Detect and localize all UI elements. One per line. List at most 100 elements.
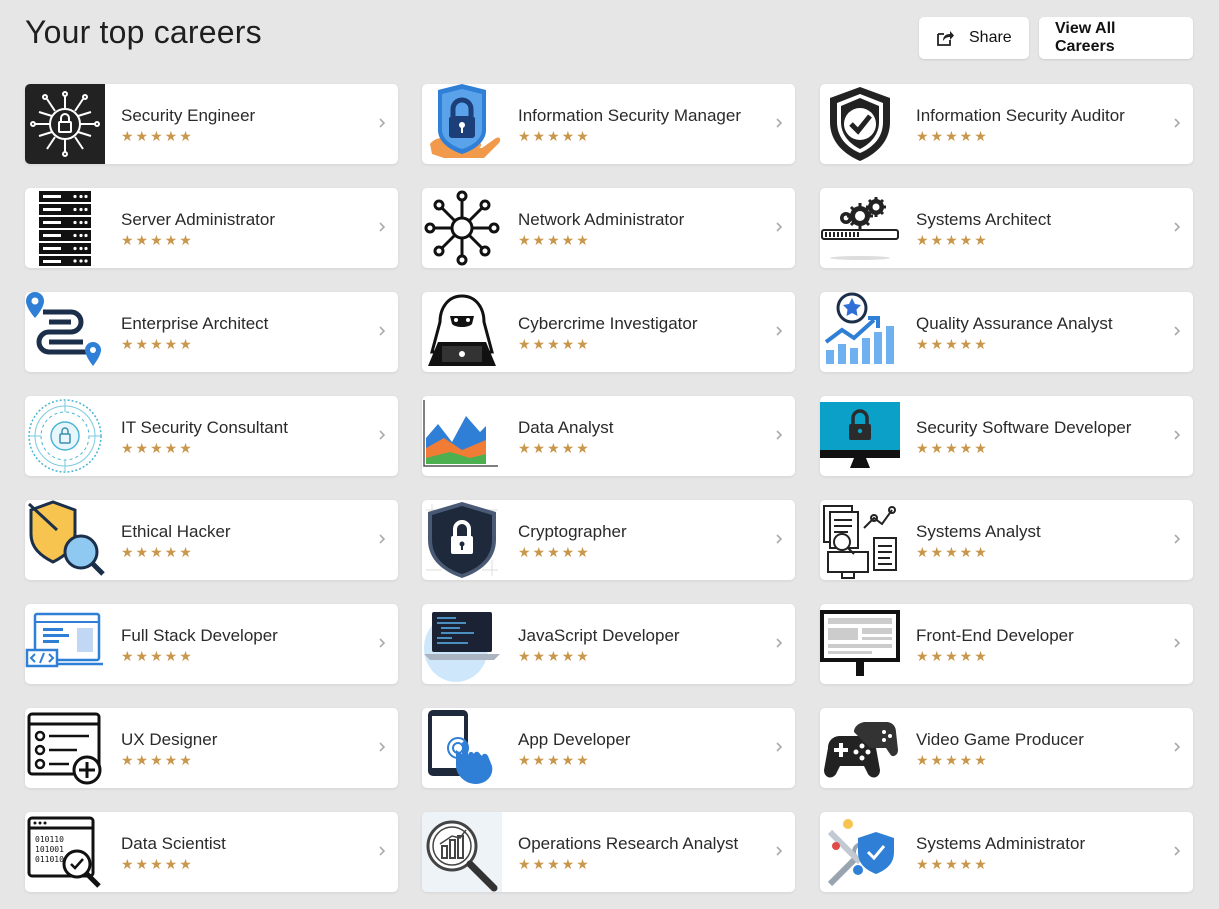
star-rating: ★★★★★ (916, 440, 989, 456)
star-rating: ★★★★★ (916, 128, 989, 144)
view-all-careers-button[interactable]: View All Careers (1039, 17, 1193, 59)
star-rating: ★★★★★ (916, 648, 989, 664)
career-card[interactable]: Security Software Developer ★★★★★ (820, 396, 1193, 476)
career-title: Systems Analyst (916, 522, 1041, 541)
career-card[interactable]: Enterprise Architect ★★★★★ (25, 292, 398, 372)
share-icon (937, 31, 954, 46)
career-card[interactable]: Full Stack Developer ★★★★★ (25, 604, 398, 684)
career-card[interactable]: UX Designer ★★★★★ (25, 708, 398, 788)
chevron-right-icon (379, 638, 386, 648)
list-add-window-icon (25, 708, 105, 788)
star-rating: ★★★★★ (518, 752, 591, 768)
star-rating: ★★★★★ (121, 336, 194, 352)
chevron-right-icon (776, 742, 783, 752)
binary-window-magnifier-icon: 010110 101001 011010 (25, 812, 105, 892)
chevron-right-icon (1174, 118, 1181, 128)
career-card[interactable]: Network Administrator ★★★★★ (422, 188, 795, 268)
star-rating: ★★★★★ (121, 440, 194, 456)
career-card[interactable]: Video Game Producer ★★★★★ (820, 708, 1193, 788)
server-rack-icon (25, 188, 105, 268)
star-rating: ★★★★★ (121, 232, 194, 248)
career-card[interactable]: Operations Research Analyst ★★★★★ (422, 812, 795, 892)
circular-lock-circuit-icon (25, 396, 105, 476)
chevron-right-icon (776, 326, 783, 336)
career-title: Cybercrime Investigator (518, 314, 698, 333)
career-card[interactable]: Systems Analyst ★★★★★ (820, 500, 1193, 580)
career-title: Video Game Producer (916, 730, 1084, 749)
svg-text:101001: 101001 (35, 845, 64, 854)
chevron-right-icon (1174, 326, 1181, 336)
star-rating: ★★★★★ (121, 856, 194, 872)
career-title: Enterprise Architect (121, 314, 269, 333)
page-title: Your top careers (25, 14, 262, 50)
gears-progress-icon (820, 188, 900, 268)
share-label: Share (969, 29, 1012, 46)
career-card[interactable]: Information Security Manager ★★★★★ (422, 84, 795, 164)
star-rating: ★★★★★ (121, 648, 194, 664)
gamepads-icon (820, 708, 900, 788)
career-card[interactable]: JavaScript Developer ★★★★★ (422, 604, 795, 684)
phone-tap-hand-icon (422, 708, 502, 788)
star-rating: ★★★★★ (121, 544, 194, 560)
career-title: Quality Assurance Analyst (916, 314, 1113, 333)
chevron-right-icon (379, 742, 386, 752)
star-rating: ★★★★★ (518, 232, 591, 248)
career-title: Data Scientist (121, 834, 226, 853)
star-rating: ★★★★★ (916, 752, 989, 768)
star-rating: ★★★★★ (518, 336, 591, 352)
career-card[interactable]: App Developer ★★★★★ (422, 708, 795, 788)
share-button[interactable]: Share (919, 17, 1029, 59)
star-rating: ★★★★★ (518, 544, 591, 560)
career-card[interactable]: Quality Assurance Analyst ★★★★★ (820, 292, 1193, 372)
network-hub-icon (422, 188, 502, 268)
star-rating: ★★★★★ (518, 648, 591, 664)
career-card[interactable]: Cybercrime Investigator ★★★★★ (422, 292, 795, 372)
career-title: Network Administrator (518, 210, 685, 229)
career-card[interactable]: Information Security Auditor ★★★★★ (820, 84, 1193, 164)
chevron-right-icon (1174, 846, 1181, 856)
star-rating: ★★★★★ (916, 232, 989, 248)
svg-text:011010: 011010 (35, 855, 64, 864)
chevron-right-icon (776, 846, 783, 856)
star-rating: ★★★★★ (916, 336, 989, 352)
monitor-layout-icon (820, 604, 900, 684)
star-rating: ★★★★★ (518, 856, 591, 872)
dark-shield-lock-icon (422, 500, 502, 580)
career-card[interactable]: 010110 101001 011010 Data Scientist ★★★★★ (25, 812, 398, 892)
security-engineer-chip-lock-icon (25, 84, 105, 164)
career-title: Information Security Auditor (916, 106, 1125, 125)
career-card[interactable]: Security Engineer ★★★★★ (25, 84, 398, 164)
career-card[interactable]: Systems Architect ★★★★★ (820, 188, 1193, 268)
star-rating: ★★★★★ (916, 856, 989, 872)
chevron-right-icon (379, 430, 386, 440)
chevron-right-icon (1174, 534, 1181, 544)
route-pins-icon (25, 292, 105, 372)
hooded-hacker-laptop-icon (422, 292, 502, 372)
star-badge-growth-chart-icon (820, 292, 900, 372)
career-title: Security Software Developer (916, 418, 1132, 437)
career-title: Full Stack Developer (121, 626, 278, 645)
chevron-right-icon (379, 118, 386, 128)
chevron-right-icon (379, 326, 386, 336)
career-card[interactable]: Data Analyst ★★★★★ (422, 396, 795, 476)
career-title: Operations Research Analyst (518, 834, 739, 853)
career-card[interactable]: Server Administrator ★★★★★ (25, 188, 398, 268)
chevron-right-icon (776, 430, 783, 440)
tools-shield-check-icon (820, 812, 900, 892)
career-title: Front-End Developer (916, 626, 1074, 645)
chevron-right-icon (776, 222, 783, 232)
career-card[interactable]: Cryptographer ★★★★★ (422, 500, 795, 580)
career-title: Systems Administrator (916, 834, 1086, 853)
career-title: UX Designer (121, 730, 218, 749)
chevron-right-icon (1174, 430, 1181, 440)
career-card[interactable]: IT Security Consultant ★★★★★ (25, 396, 398, 476)
header-actions: Share View All Careers (919, 17, 1193, 59)
chevron-right-icon (1174, 222, 1181, 232)
career-card[interactable]: Ethical Hacker ★★★★★ (25, 500, 398, 580)
career-card[interactable]: Front-End Developer ★★★★★ (820, 604, 1193, 684)
chevron-right-icon (776, 638, 783, 648)
career-card[interactable]: Systems Administrator ★★★★★ (820, 812, 1193, 892)
chevron-right-icon (776, 534, 783, 544)
career-title: IT Security Consultant (121, 418, 288, 437)
chevron-right-icon (1174, 742, 1181, 752)
